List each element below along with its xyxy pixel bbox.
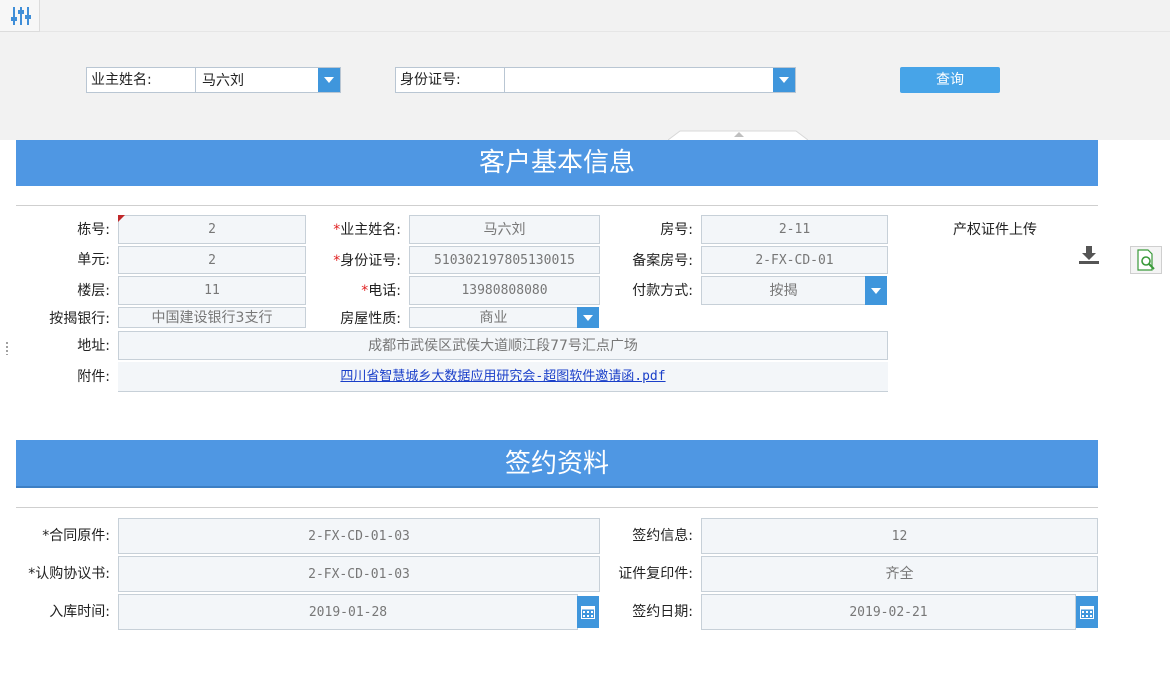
attachment-link[interactable]: 四川省智慧城乡大数据应用研究会-超图软件邀请函.pdf xyxy=(340,369,665,384)
contract-original-label: *合同原件: xyxy=(42,528,110,544)
signing-date-calendar-button[interactable] xyxy=(1076,596,1098,628)
property-type-dropdown-button[interactable] xyxy=(577,307,599,328)
top-toolbar xyxy=(0,0,1170,32)
calendar-icon xyxy=(581,606,595,619)
attachment-field: 四川省智慧城乡大数据应用研究会-超图软件邀请函.pdf xyxy=(118,362,888,392)
basic-info-section-title: 客户基本信息 xyxy=(16,140,1098,186)
attachment-label: 附件: xyxy=(77,369,110,385)
sliders-icon xyxy=(11,7,31,25)
storage-time-calendar-button[interactable] xyxy=(577,596,599,628)
certificate-copy-field[interactable]: 齐全 xyxy=(701,556,1098,592)
id-number-field[interactable]: 510302197805130015 xyxy=(409,246,600,274)
mortgage-bank-label: 按揭银行: xyxy=(49,311,110,327)
certificate-upload-label: 产权证件上传 xyxy=(953,222,1037,238)
chevron-down-icon xyxy=(583,314,593,321)
record-number-label: 备案房号: xyxy=(632,253,693,269)
owner-name-search-field: 业主姓名: xyxy=(86,67,341,93)
floor-label: 楼层: xyxy=(77,283,110,299)
address-field[interactable]: 成都市武侯区武侯大道顺江段77号汇点广场 xyxy=(118,331,888,360)
owner-name-field[interactable]: 马六刘 xyxy=(409,215,600,244)
filter-settings-tab[interactable] xyxy=(0,0,40,32)
room-number-label: 房号: xyxy=(660,222,693,238)
query-button[interactable]: 查询 xyxy=(900,67,1000,93)
building-label: 栋号: xyxy=(77,222,110,238)
id-number-search-input[interactable] xyxy=(505,68,773,92)
owner-name-search-input[interactable] xyxy=(196,68,318,92)
section-divider xyxy=(16,507,1098,508)
chevron-down-icon xyxy=(779,77,789,83)
subscription-agreement-label: *认购协议书: xyxy=(28,566,110,582)
address-label: 地址: xyxy=(77,338,110,354)
section-divider xyxy=(16,205,1098,206)
record-number-field[interactable]: 2-FX-CD-01 xyxy=(701,246,888,274)
payment-method-dropdown-button[interactable] xyxy=(865,276,887,305)
building-field[interactable]: 2 xyxy=(118,215,306,244)
storage-time-label: 入库时间: xyxy=(49,604,110,620)
payment-method-select[interactable]: 按揭 xyxy=(701,276,866,305)
room-number-field[interactable]: 2-11 xyxy=(701,215,888,244)
chevron-down-icon xyxy=(871,287,881,294)
chevron-down-icon xyxy=(324,77,334,83)
property-type-label: 房屋性质: xyxy=(340,311,401,327)
floor-field[interactable]: 11 xyxy=(118,276,306,305)
collapse-panel-handle[interactable] xyxy=(668,130,808,140)
property-type-select[interactable]: 商业 xyxy=(409,307,578,328)
owner-name-label: *业主姓名: xyxy=(333,222,401,238)
phone-field[interactable]: 13980808080 xyxy=(409,276,600,305)
preview-document-icon[interactable] xyxy=(1130,246,1162,274)
id-number-label: *身份证号: xyxy=(333,253,401,269)
id-number-dropdown-button[interactable] xyxy=(773,68,795,92)
signing-date-label: 签约日期: xyxy=(632,604,693,620)
signing-info-label: 签约信息: xyxy=(632,528,693,544)
contract-original-field[interactable]: 2-FX-CD-01-03 xyxy=(118,518,600,554)
payment-method-label: 付款方式: xyxy=(632,283,693,299)
subscription-agreement-field[interactable]: 2-FX-CD-01-03 xyxy=(118,556,600,592)
mortgage-bank-field[interactable]: 中国建设银行3支行 xyxy=(118,307,306,328)
owner-name-search-label: 业主姓名: xyxy=(87,68,196,92)
calendar-icon xyxy=(1080,606,1094,619)
certificate-copy-label: 证件复印件: xyxy=(618,566,693,582)
owner-name-dropdown-button[interactable] xyxy=(318,68,340,92)
id-number-search-label: 身份证号: xyxy=(396,68,505,92)
signing-date-field[interactable]: 2019-02-21 xyxy=(701,594,1076,630)
contract-section-title: 签约资料 xyxy=(16,440,1098,488)
unit-label: 单元: xyxy=(77,252,110,268)
storage-time-field[interactable]: 2019-01-28 xyxy=(118,594,578,630)
unit-field[interactable]: 2 xyxy=(118,246,306,274)
id-number-search-field: 身份证号: xyxy=(395,67,796,93)
signing-info-field[interactable]: 12 xyxy=(701,518,1098,554)
download-icon[interactable] xyxy=(1078,245,1100,265)
drag-handle[interactable] xyxy=(5,341,9,355)
edit-marker-icon xyxy=(118,215,125,222)
phone-label: *电话: xyxy=(361,283,401,299)
